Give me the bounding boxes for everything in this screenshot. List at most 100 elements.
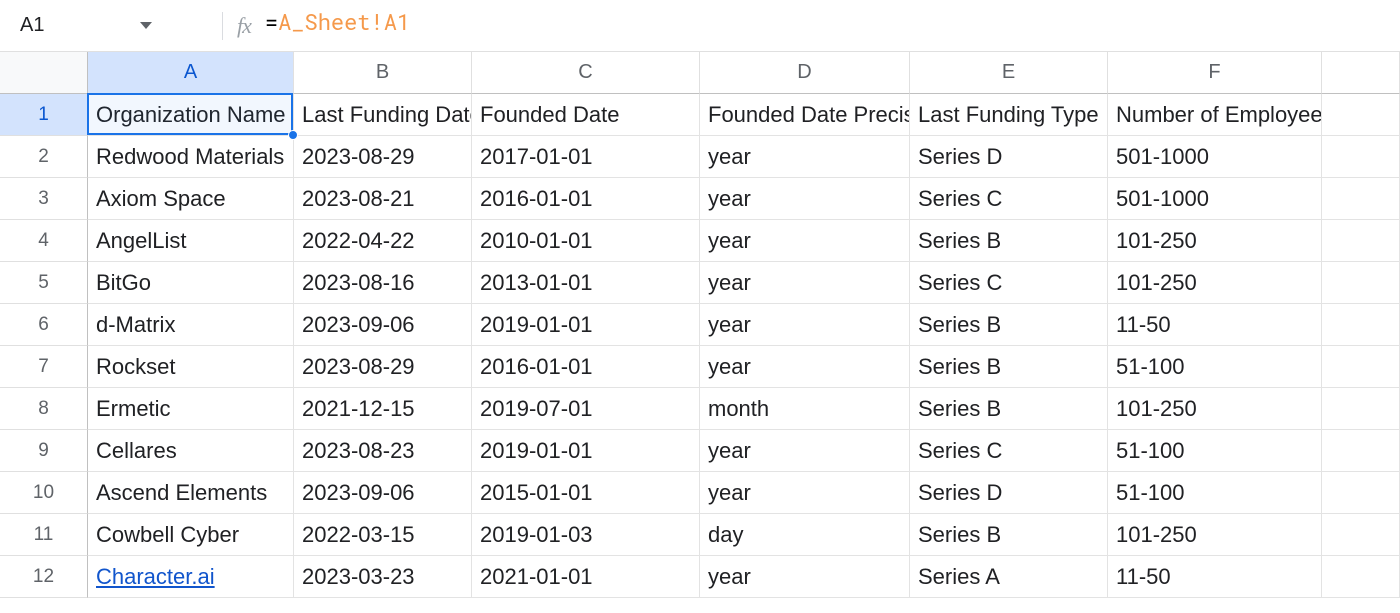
cell[interactable]: 2023-08-29 [294,136,472,178]
column-header[interactable]: D [700,52,910,94]
row-header[interactable]: 9 [0,430,88,472]
cell[interactable]: year [700,346,910,388]
cell[interactable]: 2023-08-29 [294,346,472,388]
cell[interactable]: Cowbell Cyber [88,514,294,556]
cell[interactable]: 2022-03-15 [294,514,472,556]
cell[interactable]: 2010-01-01 [472,220,700,262]
cell[interactable]: Series B [910,220,1108,262]
cell[interactable]: 2023-03-23 [294,556,472,598]
cell[interactable]: year [700,430,910,472]
cell[interactable]: 101-250 [1108,388,1322,430]
cell[interactable] [1322,136,1400,178]
cell[interactable]: Series C [910,178,1108,220]
cell[interactable] [1322,514,1400,556]
dropdown-icon[interactable] [140,22,152,29]
cell[interactable]: 2023-09-06 [294,472,472,514]
cell[interactable]: 2016-01-01 [472,178,700,220]
cell[interactable] [1322,94,1400,136]
cell[interactable]: year [700,304,910,346]
cell[interactable]: 501-1000 [1108,136,1322,178]
row-header[interactable]: 11 [0,514,88,556]
cell[interactable]: 2016-01-01 [472,346,700,388]
cell[interactable]: month [700,388,910,430]
row-header[interactable]: 10 [0,472,88,514]
name-box[interactable]: A1 [10,7,162,45]
cell[interactable]: Series B [910,346,1108,388]
cell[interactable]: 2023-09-06 [294,304,472,346]
cell[interactable]: 2023-08-23 [294,430,472,472]
row-header[interactable]: 3 [0,178,88,220]
cell[interactable]: Series C [910,430,1108,472]
cell[interactable]: year [700,472,910,514]
cell[interactable]: year [700,178,910,220]
cell[interactable]: 101-250 [1108,514,1322,556]
cell[interactable]: 2017-01-01 [472,136,700,178]
row-header[interactable]: 1 [0,94,88,136]
cell[interactable] [1322,556,1400,598]
cell[interactable]: 2021-12-15 [294,388,472,430]
cell[interactable]: Axiom Space [88,178,294,220]
select-all-corner[interactable] [0,52,88,94]
cell[interactable]: Series D [910,136,1108,178]
cell[interactable]: 2022-04-22 [294,220,472,262]
column-header[interactable] [1322,52,1400,94]
cell[interactable]: d-Matrix [88,304,294,346]
cell[interactable]: 2023-08-16 [294,262,472,304]
cell[interactable]: 101-250 [1108,220,1322,262]
cell[interactable]: year [700,262,910,304]
row-header[interactable]: 4 [0,220,88,262]
cell[interactable] [1322,178,1400,220]
cell[interactable]: Series D [910,472,1108,514]
column-header[interactable]: F [1108,52,1322,94]
formula-input[interactable]: =A_Sheet!A1 [265,7,1400,45]
row-header[interactable]: 2 [0,136,88,178]
cell[interactable]: 2015-01-01 [472,472,700,514]
cell[interactable]: Series B [910,514,1108,556]
cell[interactable]: Number of Employees [1108,94,1322,136]
cell[interactable]: 11-50 [1108,304,1322,346]
cell[interactable]: year [700,220,910,262]
row-header[interactable]: 12 [0,556,88,598]
cell[interactable]: 51-100 [1108,430,1322,472]
cell[interactable]: 2023-08-21 [294,178,472,220]
cell[interactable]: Series C [910,262,1108,304]
row-header[interactable]: 7 [0,346,88,388]
cell[interactable]: 2019-01-03 [472,514,700,556]
cell[interactable]: 2019-07-01 [472,388,700,430]
cell[interactable]: Ascend Elements [88,472,294,514]
cell[interactable]: Organization Name [88,94,294,136]
column-header[interactable]: B [294,52,472,94]
cell[interactable]: 2021-01-01 [472,556,700,598]
cell[interactable]: Ermetic [88,388,294,430]
column-header[interactable]: A [88,52,294,94]
cell[interactable]: Redwood Materials [88,136,294,178]
row-header[interactable]: 6 [0,304,88,346]
cell[interactable]: Founded Date [472,94,700,136]
cell[interactable] [1322,220,1400,262]
row-header[interactable]: 8 [0,388,88,430]
cell[interactable]: 2019-01-01 [472,304,700,346]
cell[interactable]: year [700,556,910,598]
cell[interactable]: year [700,136,910,178]
cell[interactable]: Founded Date Precision [700,94,910,136]
cell[interactable]: 101-250 [1108,262,1322,304]
cell[interactable] [1322,304,1400,346]
column-header[interactable]: E [910,52,1108,94]
cell[interactable] [1322,346,1400,388]
cell[interactable]: Series A [910,556,1108,598]
cell[interactable]: Cellares [88,430,294,472]
cell[interactable]: Series B [910,388,1108,430]
cell[interactable]: BitGo [88,262,294,304]
cell[interactable]: day [700,514,910,556]
cell[interactable]: 2013-01-01 [472,262,700,304]
cell[interactable] [1322,388,1400,430]
cell[interactable] [1322,430,1400,472]
cell[interactable]: Character.ai [88,556,294,598]
cell[interactable]: 11-50 [1108,556,1322,598]
cell[interactable]: 51-100 [1108,346,1322,388]
cell[interactable] [1322,262,1400,304]
cell[interactable]: Last Funding Date [294,94,472,136]
cell[interactable]: Last Funding Type [910,94,1108,136]
column-header[interactable]: C [472,52,700,94]
cell[interactable]: 2019-01-01 [472,430,700,472]
